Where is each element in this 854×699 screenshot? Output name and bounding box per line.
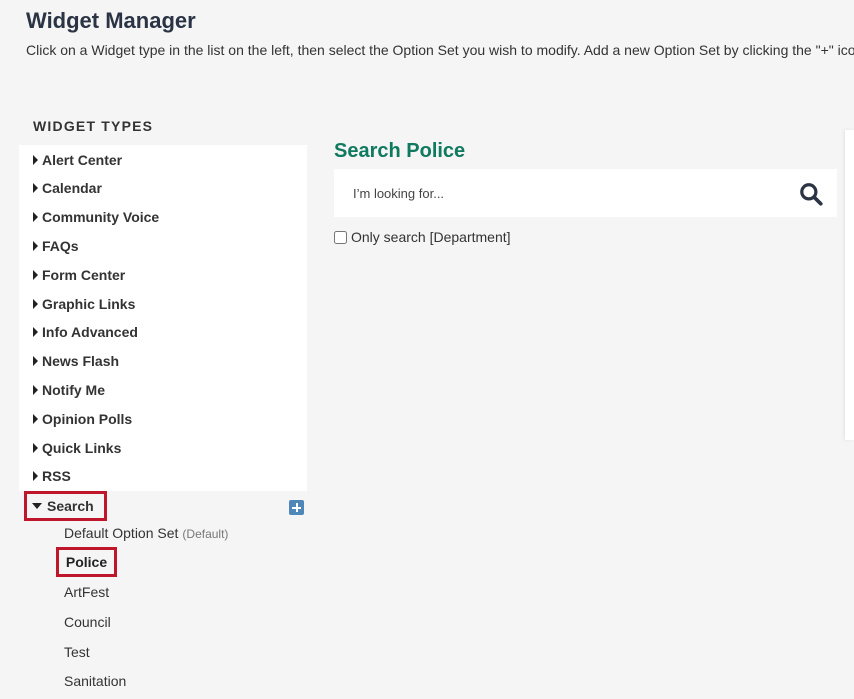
expand-arrow-icon: [33, 470, 38, 481]
preview-title: Search Police: [334, 140, 466, 162]
only-search-option[interactable]: Only search [Department]: [333, 229, 511, 245]
widget-type-graphic-links[interactable]: Graphic Links: [19, 289, 307, 318]
widget-type-info-advanced[interactable]: Info Advanced: [19, 317, 307, 346]
expand-arrow-icon: [33, 154, 38, 165]
option-set-label: Sanitation: [64, 673, 127, 689]
widget-type-label: Community Voice: [42, 208, 160, 225]
expand-arrow-icon: [33, 442, 38, 453]
widget-type-rss[interactable]: RSS: [19, 461, 307, 490]
option-set-police[interactable]: Police: [56, 547, 117, 577]
expand-arrow-icon: [33, 240, 38, 251]
widget-type-label: Form Center: [42, 266, 126, 283]
option-set-artfest[interactable]: ArtFest: [64, 584, 109, 600]
widget-type-label: FAQs: [42, 237, 79, 254]
expand-arrow-icon: [33, 326, 38, 337]
widget-type-label: Graphic Links: [42, 295, 136, 312]
widget-type-search[interactable]: Search: [24, 491, 107, 521]
expand-arrow-icon: [33, 355, 38, 366]
expand-arrow-icon: [33, 413, 38, 424]
search-box: [334, 169, 837, 217]
add-option-set-button[interactable]: [289, 500, 304, 515]
widget-types-list: Alert Center Calendar Community Voice FA…: [19, 145, 307, 491]
widget-type-label: News Flash: [42, 352, 120, 369]
widget-type-label: Info Advanced: [42, 323, 138, 340]
only-search-checkbox[interactable]: [334, 230, 347, 244]
expand-arrow-icon: [33, 298, 38, 309]
widget-type-label: Search: [47, 498, 94, 514]
default-tag: (Default): [182, 527, 229, 541]
option-set-default[interactable]: Default Option Set (Default): [64, 525, 228, 541]
option-set-sanitation[interactable]: Sanitation: [64, 673, 126, 689]
expand-arrow-icon: [33, 384, 38, 395]
widget-type-label: Calendar: [42, 179, 102, 196]
option-set-label: Test: [64, 644, 90, 660]
option-set-label: Default Option Set: [64, 525, 179, 541]
expand-arrow-icon: [33, 211, 38, 222]
option-set-label: Police: [65, 554, 108, 570]
widget-type-opinion-polls[interactable]: Opinion Polls: [19, 404, 307, 433]
only-search-label: Only search [Department]: [351, 229, 511, 245]
page-title: Widget Manager: [26, 8, 196, 33]
widget-type-news-flash[interactable]: News Flash: [19, 346, 307, 375]
side-panel-edge: [845, 130, 854, 440]
search-input[interactable]: [334, 169, 774, 217]
widget-type-community-voice[interactable]: Community Voice: [19, 202, 307, 231]
page-description: Click on a Widget type in the list on th…: [26, 42, 854, 58]
widget-type-notify-me[interactable]: Notify Me: [19, 375, 307, 404]
widget-type-faqs[interactable]: FAQs: [19, 231, 307, 260]
widget-types-heading: WIDGET TYPES: [33, 118, 154, 134]
widget-type-label: Notify Me: [42, 381, 105, 398]
option-set-label: Council: [64, 614, 111, 630]
widget-type-label: RSS: [42, 467, 71, 484]
widget-type-label: Alert Center: [42, 151, 123, 168]
widget-type-label: Opinion Polls: [42, 410, 133, 427]
search-icon[interactable]: [798, 181, 824, 207]
option-set-test[interactable]: Test: [64, 644, 90, 660]
widget-type-form-center[interactable]: Form Center: [19, 260, 307, 289]
option-set-label: ArtFest: [64, 584, 110, 600]
option-set-council[interactable]: Council: [64, 614, 111, 630]
widget-type-label: Quick Links: [42, 439, 122, 456]
expand-arrow-icon: [33, 182, 38, 193]
collapse-arrow-icon: [32, 503, 42, 509]
widget-type-alert-center[interactable]: Alert Center: [19, 145, 307, 174]
expand-arrow-icon: [33, 269, 38, 280]
widget-type-calendar[interactable]: Calendar: [19, 173, 307, 202]
widget-type-quick-links[interactable]: Quick Links: [19, 433, 307, 462]
